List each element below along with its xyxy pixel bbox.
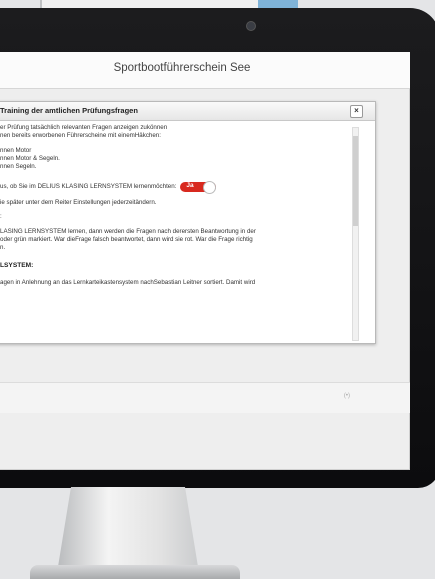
paragraph-line: n.	[0, 244, 6, 252]
section-line: agen in Anlehnung an das Lernkarteikaste…	[0, 279, 256, 287]
app-header: Sportbootführerschein See	[0, 52, 410, 89]
dialog-title: Training der amtlichen Prüfungsfragen	[0, 106, 138, 115]
intro-line: er Prüfung tatsächlich relevanten Fragen…	[0, 124, 168, 131]
colon-line: :	[0, 213, 2, 221]
training-dialog: Training der amtlichen Prüfungsfragen × …	[0, 101, 376, 344]
settings-hint: ie später unter dem Reiter Einstellungen…	[0, 198, 157, 206]
scroll-thumb[interactable]	[353, 136, 358, 226]
app-title: Sportbootführerschein See	[113, 62, 251, 74]
intro-line: nen bereits erworbenen Führerscheine mit…	[0, 132, 161, 140]
license-option-segeln[interactable]: nnen Segeln.	[0, 163, 345, 171]
close-button[interactable]: ×	[350, 105, 363, 118]
monitor-bezel: Sportbootführerschein See Training der a…	[0, 8, 435, 488]
section-heading: LSYSTEM:	[0, 261, 34, 269]
paragraph-line: LASING LERNSYSTEM lernen, dann werden di…	[0, 227, 256, 235]
dialog-scrollbar[interactable]	[352, 127, 359, 341]
screen: Sportbootführerschein See Training der a…	[0, 52, 410, 470]
dialog-body: er Prüfung tatsächlich relevanten Fragen…	[0, 124, 345, 339]
lernsystem-row: us, ob Sie im DELIUS KLASING LERNSYSTEM …	[0, 180, 345, 194]
footer-label: (•)	[343, 393, 350, 399]
monitor-stand-base	[30, 565, 240, 579]
toggle-label: Ja	[186, 182, 194, 190]
paragraph-line: oder grün markiert. War dieFrage falsch …	[0, 235, 253, 243]
lernsystem-toggle[interactable]: Ja	[180, 180, 217, 194]
footer-bar: (•)	[0, 382, 410, 413]
camera-icon	[246, 21, 256, 31]
license-option-motor[interactable]: nnen Motor	[0, 147, 345, 155]
lernsystem-question: us, ob Sie im DELIUS KLASING LERNSYSTEM …	[0, 182, 177, 190]
license-option-motor-segeln[interactable]: nnen Motor & Segeln.	[0, 155, 345, 163]
dialog-header: Training der amtlichen Prüfungsfragen ×	[0, 102, 375, 121]
